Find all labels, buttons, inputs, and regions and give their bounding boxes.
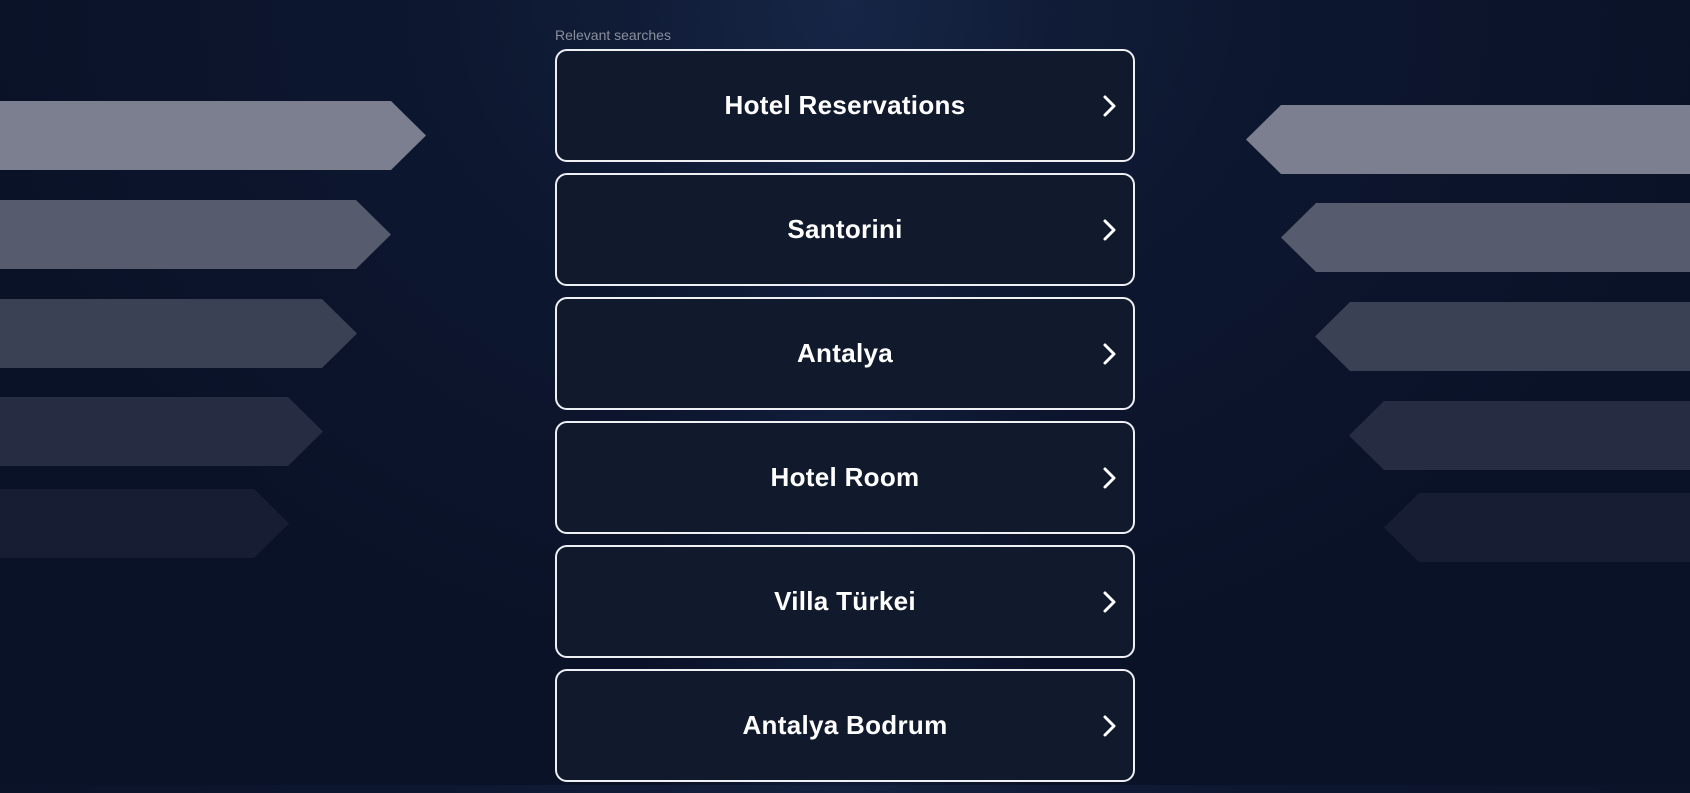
result-antalya[interactable]: Antalya — [555, 297, 1135, 410]
result-label: Santorini — [787, 214, 903, 244]
result-label: Antalya — [796, 338, 894, 368]
relevant-searches-list: Hotel Reservations Santorini Antalya Hot… — [555, 49, 1135, 793]
decorative-arrow-left-1 — [0, 101, 426, 170]
chevron-right-icon — [1103, 591, 1116, 612]
decorative-arrow-right-2 — [1281, 203, 1690, 272]
chevron-right-icon — [1103, 95, 1116, 116]
result-villa-turkei[interactable]: Villa Türkei — [555, 545, 1135, 658]
relevant-searches-heading: Relevant searches — [555, 27, 671, 43]
decorative-arrow-left-4 — [0, 397, 323, 466]
decorative-arrow-left-5 — [0, 489, 289, 558]
chevron-right-icon — [1103, 467, 1116, 488]
result-antalya-bodrum[interactable]: Antalya Bodrum — [555, 669, 1135, 782]
result-santorini[interactable]: Santorini — [555, 173, 1135, 286]
result-hotel-room[interactable]: Hotel Room — [555, 421, 1135, 534]
result-label: Villa Türkei — [774, 586, 916, 616]
result-label: Antalya Bodrum — [742, 710, 948, 740]
chevron-right-icon — [1103, 715, 1116, 736]
decorative-arrow-right-1 — [1246, 105, 1690, 174]
decorative-arrow-left-2 — [0, 200, 391, 269]
decorative-arrow-right-5 — [1384, 493, 1690, 562]
decorative-arrow-right-3 — [1315, 302, 1690, 371]
chevron-right-icon — [1103, 219, 1116, 240]
decorative-arrow-right-4 — [1349, 401, 1690, 470]
chevron-right-icon — [1103, 343, 1116, 364]
result-hotel-reservations[interactable]: Hotel Reservations — [555, 49, 1135, 162]
decorative-arrow-left-3 — [0, 299, 357, 368]
result-label: Hotel Room — [770, 462, 920, 492]
result-label: Hotel Reservations — [724, 90, 966, 120]
